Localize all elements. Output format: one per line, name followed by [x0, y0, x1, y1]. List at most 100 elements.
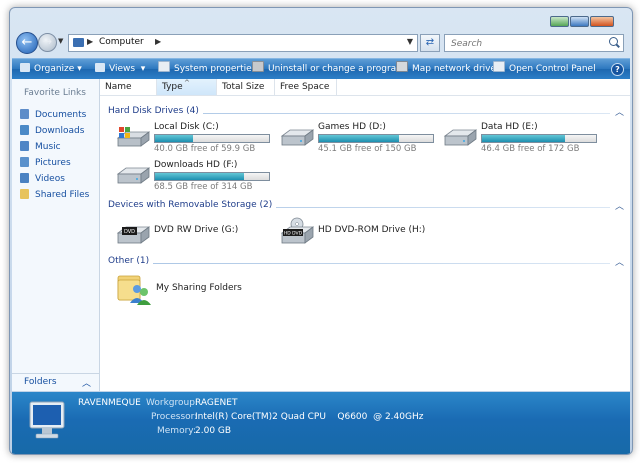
uninstall-program-label: Uninstall or change a program — [268, 64, 405, 74]
drive-name: Local Disk (C:) — [154, 122, 219, 132]
close-button[interactable] — [590, 16, 614, 27]
column-header-total-size[interactable]: Total Size — [217, 79, 275, 95]
group-header-other[interactable]: Other (1) ︿ — [108, 256, 624, 268]
pictures-icon — [20, 157, 29, 167]
collapse-chevron-icon[interactable]: ︿ — [615, 199, 624, 212]
breadcrumb-separator-icon[interactable]: ▶ — [87, 37, 93, 46]
refresh-button[interactable]: ⇄ — [420, 34, 440, 52]
column-headers: Name Type ^ Total Size Free Space — [100, 79, 630, 96]
memory-label: Memory: — [157, 426, 196, 436]
drive-usage-bar — [154, 134, 270, 143]
drive-name: Downloads HD (F:) — [154, 160, 238, 170]
column-header-free-space[interactable]: Free Space — [275, 79, 337, 95]
back-arrow-icon: ← — [21, 35, 33, 50]
organize-dropdown-icon: ▾ — [77, 64, 82, 74]
device-name: HD DVD-ROM Drive (H:) — [318, 225, 426, 235]
column-header-name[interactable]: Name — [100, 79, 157, 95]
organize-label: Organize — [34, 64, 75, 74]
workgroup-value: RAGENET — [195, 398, 238, 408]
forward-arrow-icon: → — [42, 35, 53, 48]
usage-fill — [319, 135, 399, 142]
drive-free-space: 45.1 GB free of 150 GB — [318, 144, 417, 154]
videos-icon — [20, 173, 29, 183]
favorite-link-label: Downloads — [35, 126, 85, 136]
address-dropdown-icon[interactable]: ▼ — [407, 37, 413, 46]
group-title: Other (1) — [108, 256, 154, 266]
drive-free-space: 46.4 GB free of 172 GB — [481, 144, 580, 154]
favorite-link-shared-files[interactable]: Shared Files — [20, 187, 89, 203]
usage-fill — [155, 173, 244, 180]
drive-tile-e[interactable]: Data HD (E:) 46.4 GB free of 172 GB — [443, 122, 603, 162]
hd-dvd-badge: HD DVD — [284, 231, 303, 237]
command-bar: Organize ▾ Views ▾ System properties Uni… — [12, 58, 630, 79]
collapse-chevron-icon[interactable]: ︿ — [615, 105, 624, 118]
open-control-panel-button[interactable]: Open Control Panel — [493, 59, 596, 79]
details-pane: RAVENMEQUE Workgroup: RAGENET Processor:… — [12, 392, 630, 454]
maximize-button[interactable] — [570, 16, 589, 27]
forward-button[interactable]: → — [38, 33, 57, 52]
folders-toggle[interactable]: Folders ︿ — [12, 373, 99, 391]
network-drive-icon — [396, 61, 408, 72]
favorite-link-pictures[interactable]: Pictures — [20, 155, 89, 171]
memory-value: 2.00 GB — [195, 426, 232, 436]
organize-button[interactable]: Organize ▾ — [20, 59, 82, 79]
breadcrumb-separator-icon[interactable]: ▶ — [155, 37, 161, 46]
dvd-badge: DVD — [124, 229, 135, 235]
folder-icon — [20, 189, 29, 199]
search-input[interactable] — [449, 36, 603, 51]
map-network-drive-button[interactable]: Map network drive — [396, 59, 496, 79]
processor-value: Intel(R) Core(TM)2 Quad CPU Q6600 @ 2.40… — [195, 412, 424, 422]
favorite-link-downloads[interactable]: Downloads — [20, 123, 89, 139]
system-properties-button[interactable]: System properties — [158, 59, 256, 79]
search-icon[interactable] — [609, 37, 618, 46]
group-title: Hard Disk Drives (4) — [108, 106, 203, 116]
folders-label: Folders — [24, 377, 57, 387]
drive-free-space: 40.0 GB free of 59.9 GB — [154, 144, 256, 154]
collapse-chevron-icon[interactable]: ︿ — [615, 255, 624, 268]
drive-tile-c[interactable]: Local Disk (C:) 40.0 GB free of 59.9 GB — [116, 122, 276, 162]
favorite-link-label: Documents — [35, 110, 87, 120]
computer-name: RAVENMEQUE — [78, 398, 141, 408]
search-box[interactable] — [444, 34, 624, 52]
open-control-panel-label: Open Control Panel — [509, 64, 596, 74]
device-tile-h[interactable]: HD DVD HD DVD-ROM Drive (H:) — [280, 217, 460, 257]
device-tile-g[interactable]: DVD DVD RW Drive (G:) — [116, 217, 276, 257]
favorite-link-music[interactable]: Music — [20, 139, 89, 155]
favorite-link-label: Videos — [35, 174, 65, 184]
help-button[interactable]: ? — [611, 63, 624, 76]
uninstall-program-button[interactable]: Uninstall or change a program — [252, 59, 405, 79]
back-button[interactable]: ← — [16, 32, 38, 54]
column-header-type[interactable]: Type ^ — [157, 79, 217, 95]
item-tile-sharing-folders[interactable]: My Sharing Folders — [116, 272, 296, 312]
drive-free-space: 68.5 GB free of 314 GB — [154, 182, 253, 192]
favorite-link-documents[interactable]: Documents — [20, 107, 89, 123]
control-panel-icon — [493, 61, 505, 72]
refresh-icon: ⇄ — [425, 37, 435, 48]
address-bar[interactable]: ▶ Computer ▶ ▼ — [68, 34, 418, 52]
group-header-removable-storage[interactable]: Devices with Removable Storage (2) ︿ — [108, 200, 624, 212]
hard-drive-icon — [280, 129, 314, 146]
breadcrumb-computer[interactable]: Computer — [99, 37, 144, 47]
chevron-up-icon: ︿ — [81, 379, 91, 389]
drive-usage-bar — [481, 134, 597, 143]
group-header-hard-disk-drives[interactable]: Hard Disk Drives (4) ︿ — [108, 106, 624, 118]
drive-tile-d[interactable]: Games HD (D:) 45.1 GB free of 150 GB — [280, 122, 440, 162]
views-button[interactable]: Views ▾ — [95, 59, 145, 79]
minimize-button[interactable] — [550, 16, 569, 27]
documents-icon — [20, 109, 29, 119]
downloads-icon — [20, 125, 29, 135]
drive-tile-f[interactable]: Downloads HD (F:) 68.5 GB free of 314 GB — [116, 160, 276, 200]
music-icon — [20, 141, 29, 151]
views-label: Views — [109, 64, 136, 74]
recent-pages-dropdown[interactable]: ▼ — [58, 37, 65, 45]
system-properties-label: System properties — [174, 64, 257, 74]
favorite-link-label: Shared Files — [35, 190, 90, 200]
processor-label: Processor: — [151, 412, 198, 422]
favorite-link-label: Music — [35, 142, 61, 152]
favorite-link-videos[interactable]: Videos — [20, 171, 89, 187]
hard-drive-icon — [116, 167, 150, 184]
favorite-links-title: Favorite Links — [24, 88, 86, 98]
map-network-drive-label: Map network drive — [412, 64, 497, 74]
favorite-link-label: Pictures — [35, 158, 71, 168]
drive-usage-bar — [154, 172, 270, 181]
